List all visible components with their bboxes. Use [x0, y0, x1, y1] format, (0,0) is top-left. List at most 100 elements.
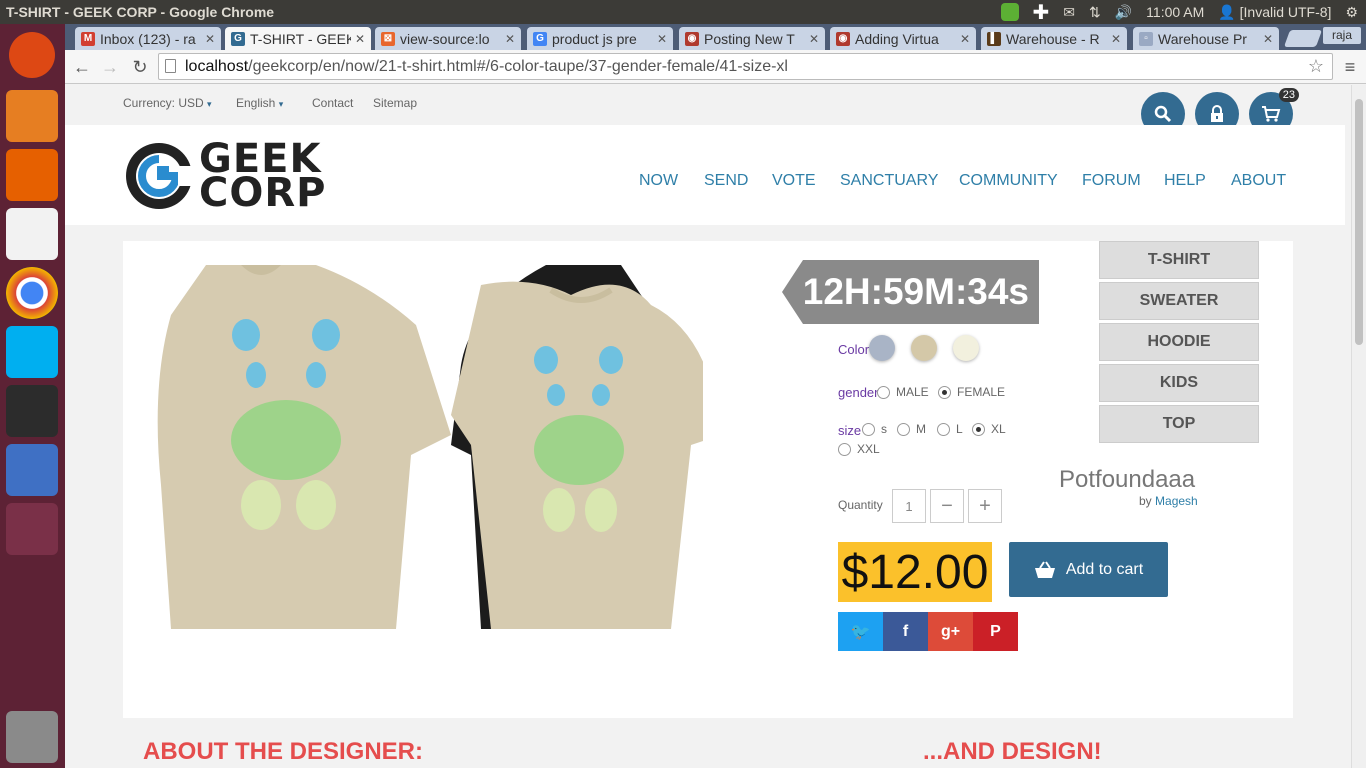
size-option-label: M [916, 422, 926, 436]
author-link[interactable]: Magesh [1155, 494, 1198, 508]
close-icon[interactable]: ✕ [205, 32, 215, 46]
mail-icon[interactable]: ✉ [1063, 4, 1075, 21]
radio-button[interactable] [938, 385, 951, 399]
address-bar[interactable]: localhost/geekcorp/en/now/21-t-shirt.htm… [158, 53, 1333, 80]
nav-forum[interactable]: FORUM [1082, 172, 1141, 190]
close-icon[interactable]: ✕ [657, 32, 667, 46]
add-to-cart-button[interactable]: Add to cart [1009, 542, 1168, 597]
category-top[interactable]: TOP [1099, 405, 1259, 443]
nav-now[interactable]: NOW [639, 172, 678, 190]
close-icon[interactable]: ✕ [505, 32, 515, 46]
gender-label: gender [838, 385, 879, 400]
size-option[interactable]: M [897, 422, 926, 436]
radio-button[interactable] [877, 385, 890, 399]
browser-tab[interactable]: M Inbox (123) - ra ✕ [75, 27, 221, 50]
pinterest-share-button[interactable]: P [973, 612, 1018, 651]
nav-vote[interactable]: VOTE [772, 172, 816, 190]
trash-icon[interactable] [6, 711, 58, 763]
color-swatch[interactable] [953, 335, 979, 361]
category-hoodie[interactable]: HOODIE [1099, 323, 1259, 361]
text-editor-icon[interactable] [6, 208, 58, 260]
tab-label: T-SHIRT - GEEK [250, 30, 351, 47]
browser-tab[interactable]: G T-SHIRT - GEEK ✕ [225, 27, 371, 50]
clock[interactable]: 11:00 AM [1146, 4, 1204, 20]
close-icon[interactable]: ✕ [809, 32, 819, 46]
quantity-increase-button[interactable]: + [968, 489, 1002, 523]
category-kids[interactable]: KIDS [1099, 364, 1259, 402]
category-sweater[interactable]: SWEATER [1099, 282, 1259, 320]
product-title: Potfoundaaa [1059, 466, 1196, 493]
browser-tab[interactable]: ◉ Posting New T ✕ [679, 27, 825, 50]
radio-button[interactable] [972, 422, 985, 436]
scrollbar-thumb[interactable] [1355, 99, 1363, 345]
update-indicator-icon[interactable] [1000, 3, 1019, 21]
nav-community[interactable]: COMMUNITY [959, 172, 1058, 190]
close-icon[interactable]: ✕ [1263, 32, 1273, 46]
reload-button[interactable]: ↻ [127, 54, 153, 80]
size-option[interactable]: XL [972, 422, 1006, 436]
basket-icon [1034, 560, 1055, 578]
gender-option[interactable]: MALE [877, 385, 929, 399]
quantity-input[interactable]: 1 [892, 489, 926, 523]
back-button[interactable]: ← [69, 54, 95, 80]
skype-icon[interactable] [6, 326, 58, 378]
nav-sanctuary[interactable]: SANCTUARY [840, 172, 938, 190]
nav-help[interactable]: HELP [1164, 172, 1206, 190]
radio-button[interactable] [897, 422, 910, 436]
bookmark-star-icon[interactable]: ☆ [1308, 56, 1324, 77]
close-icon[interactable]: ✕ [960, 32, 970, 46]
virtualbox-icon[interactable] [6, 444, 58, 496]
radio-button[interactable] [838, 442, 851, 456]
browser-tab[interactable]: ⊠ view-source:lo ✕ [375, 27, 521, 50]
chrome-icon[interactable] [6, 267, 58, 319]
firefox-icon[interactable] [6, 149, 58, 201]
page-scrollbar[interactable] [1351, 85, 1366, 768]
browser-tab[interactable]: ◉ Adding Virtua ✕ [830, 27, 976, 50]
new-tab-button[interactable] [1283, 30, 1323, 47]
browser-tab[interactable]: ▫ Warehouse Pr ✕ [1133, 27, 1279, 50]
radio-button[interactable] [937, 422, 950, 436]
cart-count-badge: 23 [1278, 88, 1299, 102]
size-option[interactable]: s [862, 422, 887, 436]
settings-gear-icon[interactable]: ⚙ [1345, 4, 1358, 21]
language-selector[interactable]: English ▾ [236, 96, 283, 110]
contact-link[interactable]: Contact [312, 96, 353, 110]
quantity-decrease-button[interactable]: − [930, 489, 964, 523]
forward-button[interactable]: → [97, 54, 123, 80]
browser-tab[interactable]: ▌ Warehouse - R ✕ [981, 27, 1127, 50]
googleplus-share-button[interactable]: g+ [928, 612, 973, 651]
category-t-shirt[interactable]: T-SHIRT [1099, 241, 1259, 279]
close-icon[interactable]: ✕ [355, 32, 365, 46]
color-swatch[interactable] [869, 335, 895, 361]
chrome-menu-icon[interactable]: ≡ [1337, 54, 1363, 80]
tab-favicon-icon: ◉ [685, 31, 699, 46]
chrome-profile[interactable]: raja [1323, 27, 1361, 44]
color-swatch[interactable] [911, 335, 937, 361]
size-option[interactable]: L [937, 422, 963, 436]
workspace-switcher-icon[interactable] [6, 503, 58, 555]
tab-favicon-icon: ⊠ [381, 31, 395, 46]
browser-tab[interactable]: Gproduct js pre ✕ [527, 27, 673, 50]
network-icon[interactable]: ⇅ [1089, 4, 1101, 21]
size-option-label: XL [991, 422, 1006, 436]
sitemap-link[interactable]: Sitemap [373, 96, 417, 110]
nav-about[interactable]: ABOUT [1231, 172, 1286, 190]
facebook-share-button[interactable]: f [883, 612, 928, 651]
volume-icon[interactable]: 🔊 [1115, 4, 1132, 21]
terminal-icon[interactable] [6, 385, 58, 437]
nav-send[interactable]: SEND [704, 172, 748, 190]
currency-selector[interactable]: Currency: USD ▾ [123, 96, 212, 110]
site-logo[interactable]: GEEK CORP [123, 139, 326, 213]
files-icon[interactable] [6, 90, 58, 142]
twitter-share-button[interactable]: 🐦 [838, 612, 883, 651]
user-menu[interactable]: 👤 [Invalid UTF-8] [1218, 4, 1331, 21]
close-icon[interactable]: ✕ [1111, 32, 1121, 46]
color-label: Color [838, 342, 870, 357]
tab-label: view-source:lo [400, 30, 490, 47]
gender-option[interactable]: FEMALE [938, 385, 1005, 399]
ubuntu-dash-icon[interactable] [9, 32, 55, 78]
radio-button[interactable] [862, 422, 875, 436]
plus-icon[interactable]: ✚ [1033, 0, 1050, 25]
web-page: Currency: USD ▾ English ▾ Contact Sitema… [65, 85, 1345, 768]
size-option[interactable]: XXL [838, 442, 880, 456]
